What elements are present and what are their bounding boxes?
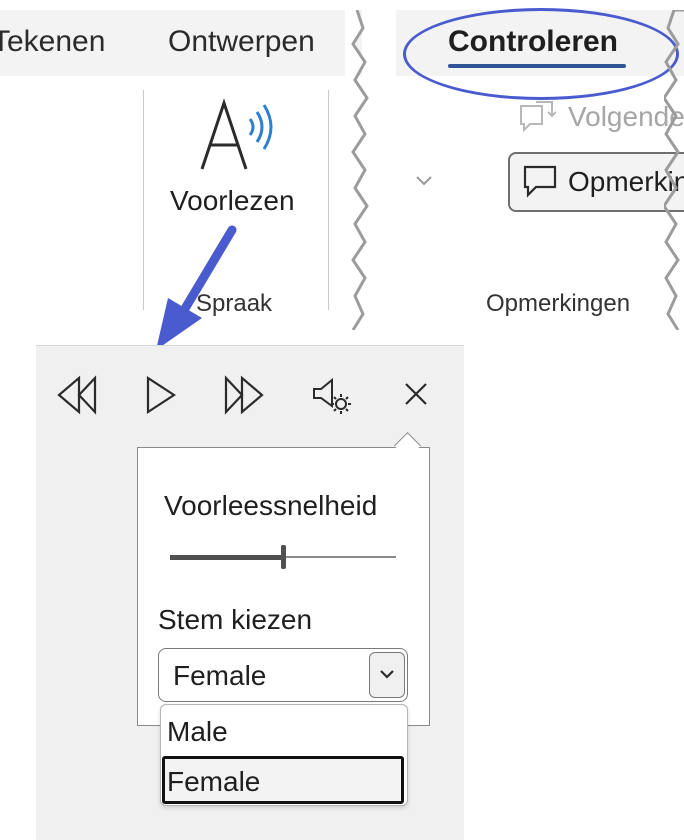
next-comment-button[interactable]: Volgende bbox=[518, 96, 684, 140]
group-separator bbox=[328, 90, 329, 310]
group-separator bbox=[143, 90, 144, 310]
previous-paragraph-icon[interactable] bbox=[55, 374, 99, 416]
tab-ontwerpen[interactable]: Ontwerpen bbox=[168, 25, 315, 59]
torn-edge-right bbox=[664, 10, 684, 330]
voice-select-toggle[interactable] bbox=[369, 652, 405, 698]
voice-label: Stem kiezen bbox=[158, 604, 313, 635]
speed-label: Voorleessnelheid bbox=[164, 490, 378, 521]
annotation-ellipse bbox=[403, 8, 679, 100]
torn-edge-left bbox=[345, 10, 369, 330]
speed-slider-thumb[interactable] bbox=[281, 545, 286, 569]
voice-option-female[interactable]: Female bbox=[167, 766, 260, 798]
read-aloud-label: Voorlezen bbox=[170, 185, 295, 216]
tab-tekenen[interactable]: Tekenen bbox=[0, 25, 122, 59]
read-aloud-button[interactable]: Voorlezen bbox=[160, 95, 310, 225]
read-aloud-icon bbox=[200, 98, 273, 170]
next-comment-icon bbox=[520, 101, 556, 133]
next-paragraph-icon[interactable] bbox=[222, 374, 266, 416]
new-comment-button[interactable]: Opmerking bbox=[508, 152, 684, 212]
chevron-down-icon bbox=[380, 670, 394, 679]
close-icon[interactable] bbox=[402, 380, 430, 408]
speed-slider[interactable] bbox=[170, 543, 396, 573]
voice-settings-icon[interactable] bbox=[310, 374, 356, 416]
voice-option-male[interactable]: Male bbox=[167, 716, 228, 748]
tab-ontwerpen-label: Ontwerpen bbox=[168, 25, 315, 58]
voice-select[interactable]: Female bbox=[158, 648, 408, 702]
comments-group-label: Opmerkingen bbox=[486, 290, 631, 317]
comment-icon bbox=[523, 165, 557, 198]
play-icon[interactable] bbox=[142, 374, 178, 416]
voice-select-value: Female bbox=[173, 660, 267, 691]
chevron-down-icon[interactable] bbox=[414, 174, 434, 188]
annotation-arrow bbox=[156, 225, 237, 350]
speed-slider-fill bbox=[170, 555, 283, 560]
tab-tekenen-label: Tekenen bbox=[0, 25, 106, 58]
